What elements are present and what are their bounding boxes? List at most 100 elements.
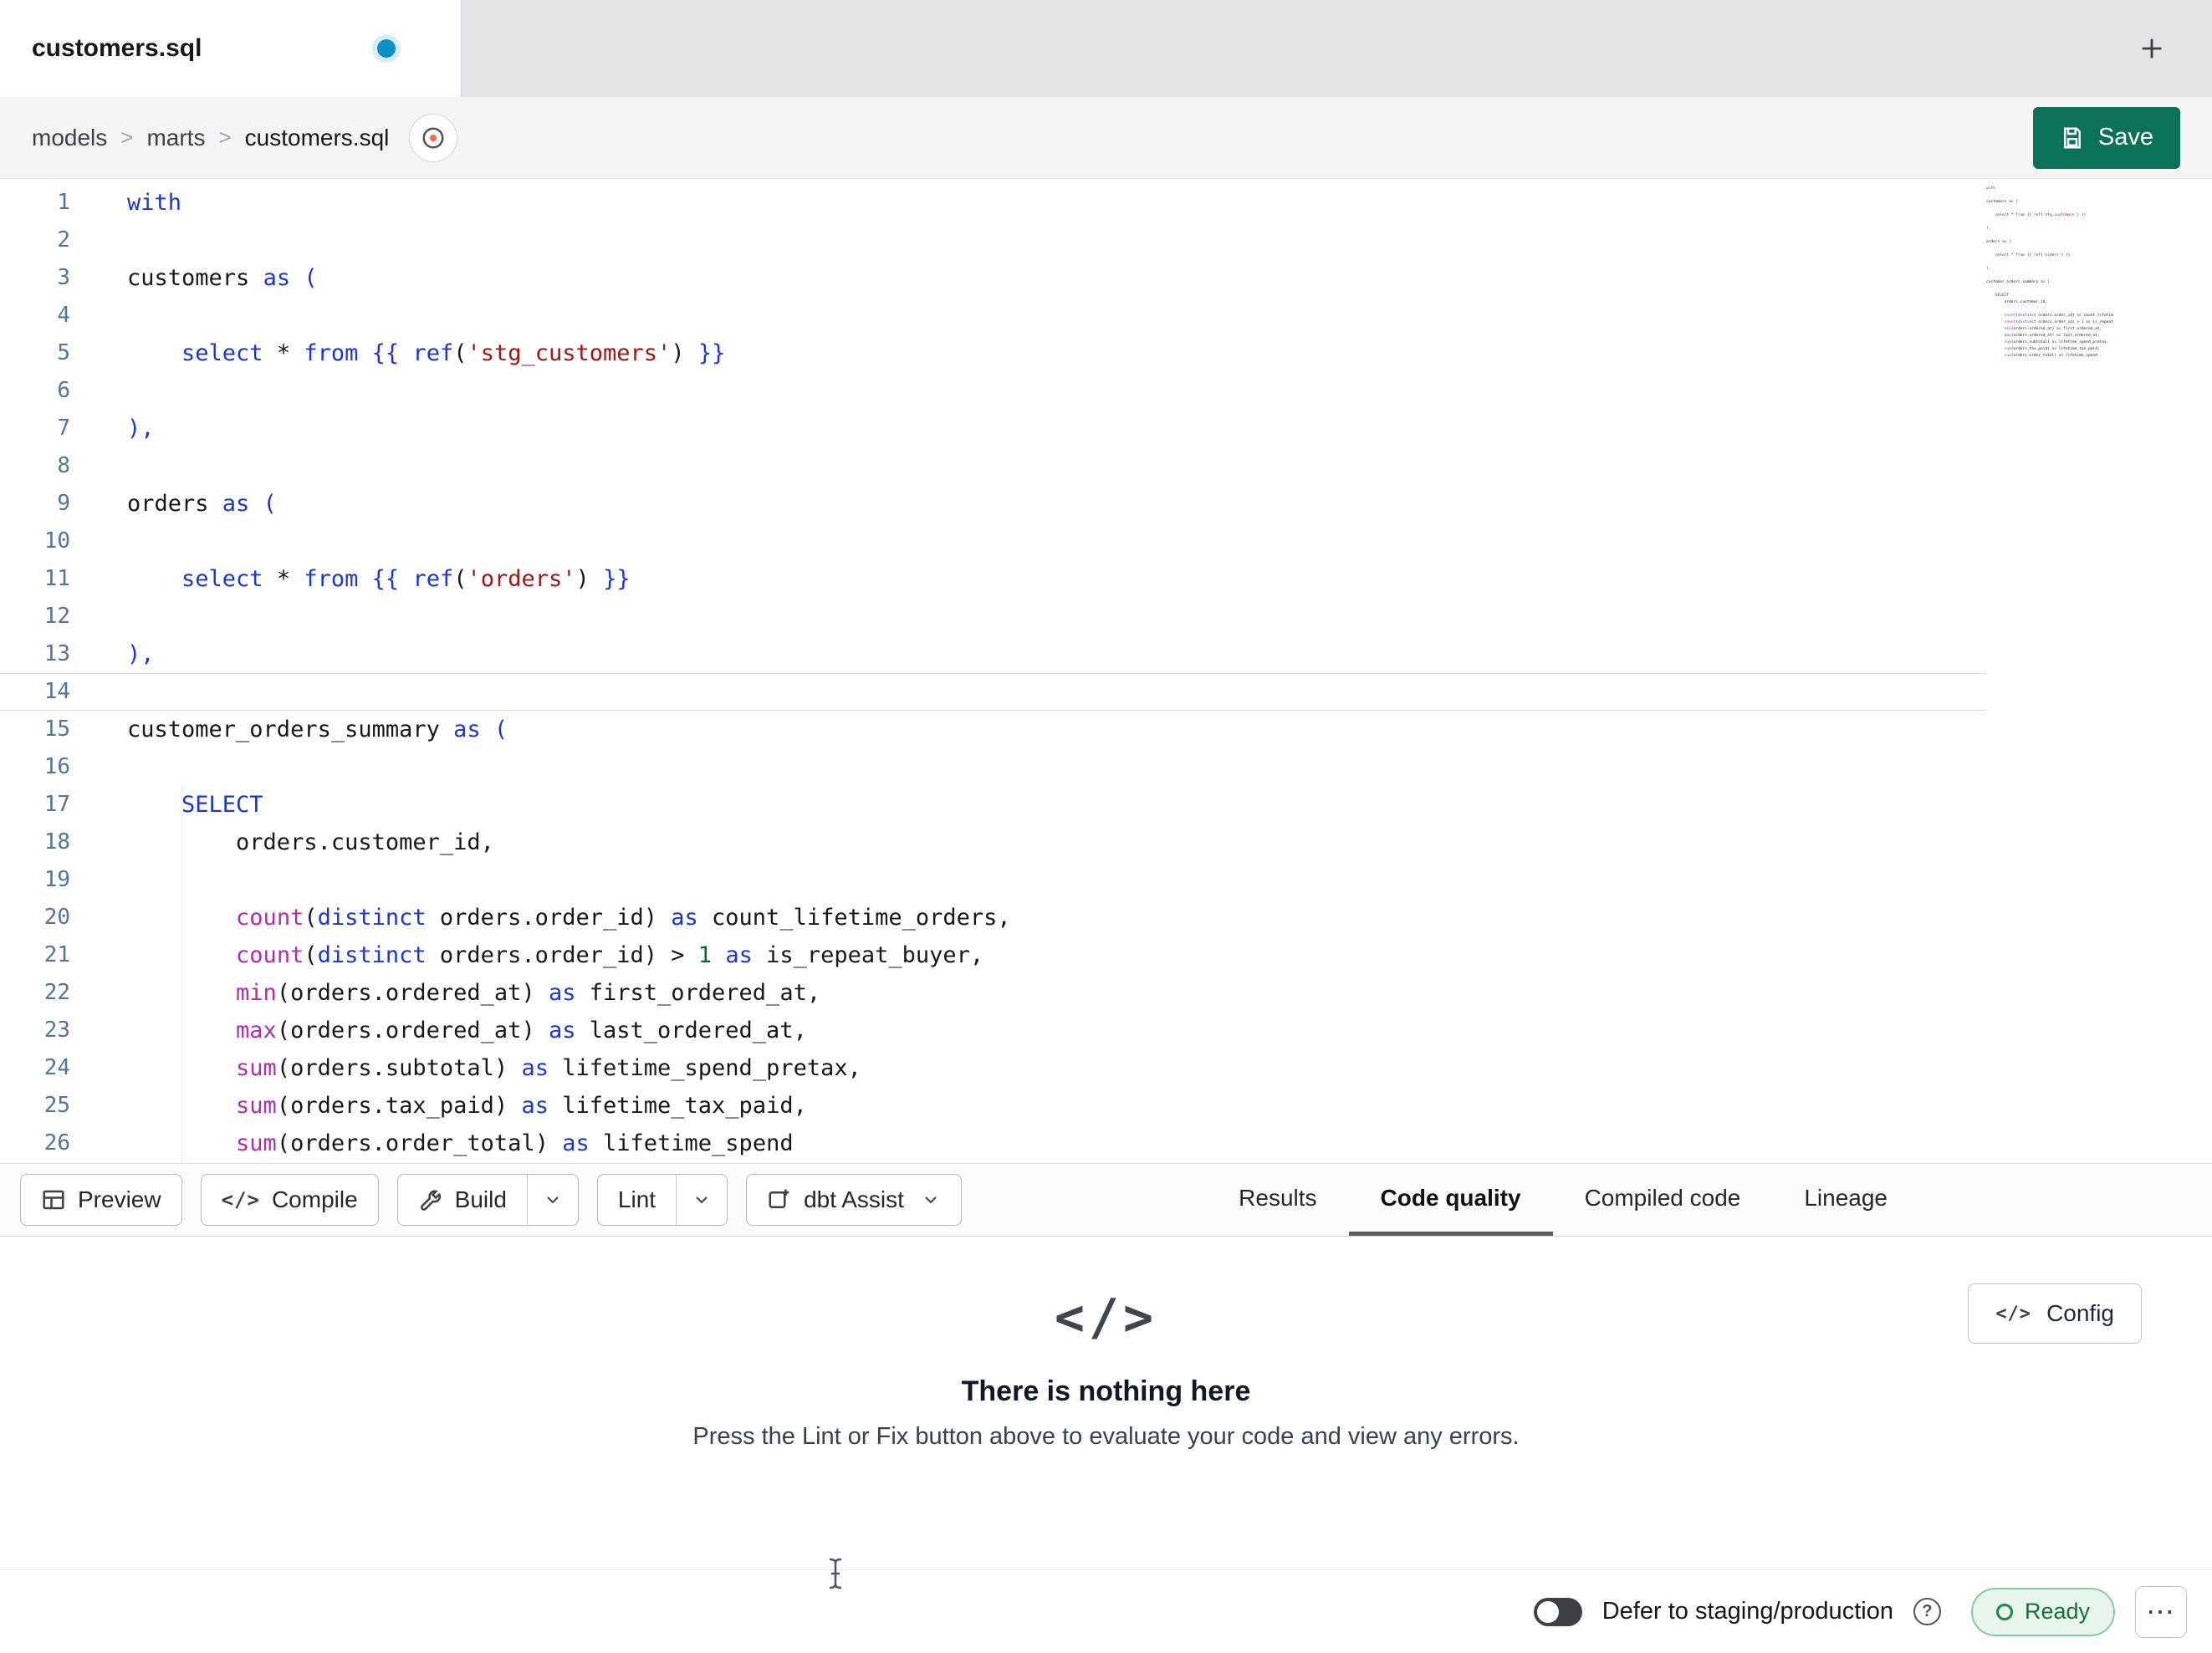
breadcrumb-bar: models > marts > customers.sql Save xyxy=(0,97,2212,179)
save-button[interactable]: Save xyxy=(2032,106,2180,169)
line-number: 22 xyxy=(43,980,70,1005)
code-line[interactable]: 26 sum(orders.order_total) as lifetime_s… xyxy=(0,1125,1986,1162)
status-badge-label: Ready xyxy=(2024,1599,2090,1624)
lint-dropdown[interactable] xyxy=(676,1174,712,1226)
code-line[interactable]: 5 select * from {{ ref('stg_customers') … xyxy=(0,334,1986,372)
line-number: 8 xyxy=(57,453,70,478)
code-editor[interactable]: 1 with 2 3 customers as (4 5 select * from {{… xyxy=(0,179,2212,1163)
editor-toolbar: Preview </> Compile Build Lint dbt Assis… xyxy=(0,1163,2212,1237)
compile-button[interactable]: </> Compile xyxy=(200,1174,379,1226)
line-number: 16 xyxy=(43,754,70,779)
breadcrumb-customers-sql[interactable]: customers.sql xyxy=(245,125,390,151)
code-line[interactable]: 25 sum(orders.tax_paid) as lifetime_tax_… xyxy=(0,1087,1986,1125)
results-tab-strip: Results Code quality Compiled code Linea… xyxy=(1207,1164,1919,1236)
dbt-assist-button-label: dbt Assist xyxy=(804,1186,904,1212)
dbt-assist-dropdown[interactable] xyxy=(921,1190,941,1210)
code-line[interactable]: 20 count(distinct orders.order_id) as co… xyxy=(0,899,1986,936)
table-icon xyxy=(41,1187,66,1212)
code-line[interactable]: 1 with xyxy=(0,184,1986,222)
line-number: 1 xyxy=(57,190,70,215)
unsaved-changes-dot xyxy=(377,39,396,58)
code-line[interactable]: 17 SELECT xyxy=(0,786,1986,824)
code-line[interactable]: 9 orders as ( xyxy=(0,485,1986,523)
code-line[interactable]: 18 orders.customer_id, xyxy=(0,824,1986,861)
line-number: 11 xyxy=(43,566,70,591)
line-number: 19 xyxy=(43,867,70,892)
code-line[interactable]: 23 max(orders.ordered_at) as last_ordere… xyxy=(0,1012,1986,1049)
defer-toggle[interactable] xyxy=(1533,1597,1582,1626)
lint-button-label: Lint xyxy=(617,1186,656,1212)
line-number: 13 xyxy=(43,641,70,666)
file-tab-customers-sql[interactable]: customers.sql xyxy=(0,0,462,97)
tab-code-quality[interactable]: Code quality xyxy=(1348,1164,1553,1236)
code-line[interactable]: 3 customers as ( xyxy=(0,259,1986,297)
code-line[interactable]: 13), xyxy=(0,635,1986,673)
minimap[interactable]: with customers as ( select * from {{ ref(… xyxy=(1986,186,2113,360)
dbt-assist-button[interactable]: dbt Assist xyxy=(746,1174,962,1226)
more-options-button[interactable]: ⋯ xyxy=(2135,1585,2187,1638)
code-lines: 1 with 2 3 customers as (4 5 select * from {{… xyxy=(0,179,2212,1162)
config-button-label: Config xyxy=(2046,1300,2114,1326)
code-line[interactable]: 24 sum(orders.subtotal) as lifetime_spen… xyxy=(0,1049,1986,1087)
line-number: 7 xyxy=(57,416,70,441)
file-tab-title: customers.sql xyxy=(32,34,202,62)
build-dropdown[interactable] xyxy=(526,1174,563,1226)
line-number: 21 xyxy=(43,942,70,967)
help-icon[interactable]: ? xyxy=(1913,1598,1941,1625)
empty-state-code-icon: </> xyxy=(1054,1288,1158,1347)
toggle-knob xyxy=(1536,1600,1559,1623)
assist-sparkle-icon xyxy=(767,1187,792,1212)
status-badge[interactable]: Ready xyxy=(1970,1587,2115,1636)
code-line[interactable]: 8 xyxy=(0,447,1986,485)
editor-tab-bar: customers.sql xyxy=(0,0,2212,97)
code-line[interactable]: 16 xyxy=(0,748,1986,786)
preview-button-label: Preview xyxy=(78,1186,161,1212)
empty-state-title: There is nothing here xyxy=(961,1375,1251,1407)
tab-compiled-code[interactable]: Compiled code xyxy=(1553,1164,1773,1236)
breadcrumb-separator: > xyxy=(120,125,134,150)
code-line[interactable]: 14 xyxy=(0,673,1986,711)
status-bar: Defer to staging/production ? Ready ⋯ xyxy=(0,1569,2212,1653)
code-line[interactable]: 6 xyxy=(0,372,1986,410)
code-line[interactable]: 2 xyxy=(0,222,1986,259)
plus-icon xyxy=(2142,38,2162,59)
line-number: 15 xyxy=(43,717,70,742)
config-button[interactable]: </> Config xyxy=(1968,1283,2142,1344)
code-icon: </> xyxy=(1995,1303,2032,1324)
code-line[interactable]: 15 customer_orders_summary as ( xyxy=(0,711,1986,748)
code-line[interactable]: 11 select * from {{ ref('orders') }} xyxy=(0,560,1986,598)
line-number: 20 xyxy=(43,905,70,930)
lint-button[interactable]: Lint xyxy=(596,1174,728,1226)
line-number: 23 xyxy=(43,1018,70,1043)
tab-results[interactable]: Results xyxy=(1207,1164,1348,1236)
build-button-label: Build xyxy=(454,1186,507,1212)
defer-label: Defer to staging/production xyxy=(1602,1598,1893,1625)
preview-button[interactable]: Preview xyxy=(20,1174,182,1226)
chevron-down-icon xyxy=(925,1196,937,1204)
code-line[interactable]: 7), xyxy=(0,410,1986,447)
code-line[interactable]: 22 min(orders.ordered_at) as first_order… xyxy=(0,974,1986,1012)
ready-circle-icon xyxy=(1995,1603,2013,1620)
code-line[interactable]: 12 xyxy=(0,598,1986,635)
breadcrumb-marts[interactable]: marts xyxy=(146,125,205,151)
code-line[interactable]: 19 xyxy=(0,861,1986,899)
new-tab-button[interactable] xyxy=(2128,25,2175,72)
line-number: 6 xyxy=(57,378,70,403)
chevron-down-icon xyxy=(696,1196,708,1204)
line-number: 10 xyxy=(43,528,70,554)
line-number: 25 xyxy=(43,1093,70,1118)
line-number: 9 xyxy=(57,491,70,516)
build-button[interactable]: Build xyxy=(396,1174,579,1226)
tab-lineage[interactable]: Lineage xyxy=(1772,1164,1919,1236)
chevron-down-icon xyxy=(547,1196,559,1204)
docs-circle-button[interactable] xyxy=(409,113,458,162)
code-line[interactable]: 4 xyxy=(0,297,1986,334)
save-floppy-icon xyxy=(2063,127,2081,148)
dbt-ide-window: customers.sql models > marts > customers… xyxy=(0,0,2212,1653)
code-line[interactable]: 10 xyxy=(0,523,1986,560)
line-number: 26 xyxy=(43,1130,70,1156)
code-line[interactable]: 21 count(distinct orders.order_id) > 1 a… xyxy=(0,936,1986,974)
breadcrumb-models[interactable]: models xyxy=(32,125,107,151)
line-number: 12 xyxy=(43,604,70,629)
mouse-cursor xyxy=(826,1557,845,1594)
